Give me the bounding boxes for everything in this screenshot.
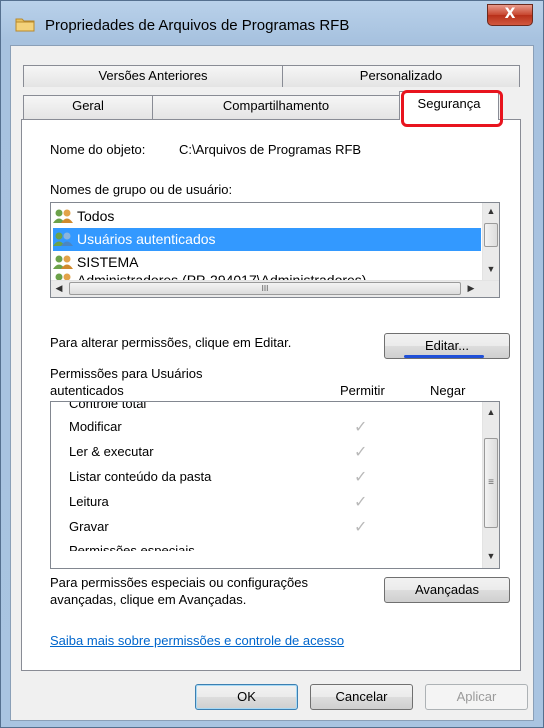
tab-personalizado[interactable]: Personalizado bbox=[282, 65, 520, 87]
groups-horizontal-scrollbar[interactable]: ◀ III ▶ bbox=[51, 280, 499, 297]
permission-row: Ler & executar bbox=[69, 444, 154, 459]
permissions-listbox[interactable]: Controle total Modificar ✓ Ler & executa… bbox=[50, 401, 500, 569]
permissions-for-label: Permissões para Usuários bbox=[50, 366, 203, 381]
groups-vertical-scrollbar[interactable]: ▲ ▼ bbox=[482, 203, 499, 280]
list-item[interactable]: Todos bbox=[53, 205, 481, 228]
allow-check-icon: ✓ bbox=[354, 469, 368, 486]
permission-row: Permissões especiais bbox=[69, 543, 195, 551]
permissions-vertical-scrollbar[interactable]: ▲ ≡ ▼ bbox=[482, 402, 499, 568]
tab-geral[interactable]: Geral bbox=[23, 95, 153, 119]
scroll-up-icon[interactable]: ▲ bbox=[483, 203, 499, 220]
column-deny: Negar bbox=[430, 383, 466, 398]
users-group-icon bbox=[53, 231, 75, 247]
security-tab-panel: Nome do objeto: C:\Arquivos de Programas… bbox=[21, 119, 521, 671]
scroll-down-icon[interactable]: ▼ bbox=[483, 261, 499, 278]
ok-button[interactable]: OK bbox=[195, 684, 298, 710]
annotation-highlight bbox=[401, 90, 503, 127]
allow-check-icon: ✓ bbox=[354, 494, 368, 511]
advanced-button[interactable]: Avançadas bbox=[384, 577, 510, 603]
scroll-thumb[interactable] bbox=[484, 223, 498, 247]
cancel-button[interactable]: Cancelar bbox=[310, 684, 413, 710]
object-name-label: Nome do objeto: bbox=[50, 142, 146, 157]
permission-row: Modificar bbox=[69, 419, 122, 434]
allow-check-icon: ✓ bbox=[354, 419, 368, 436]
advanced-text-line1: Para permissões especiais ou configuraçõ… bbox=[50, 575, 308, 590]
scroll-thumb[interactable]: ≡ bbox=[484, 438, 498, 528]
groups-listbox[interactable]: Todos Usuários autenticados SISTEMA Admi… bbox=[50, 202, 500, 298]
list-item-selected[interactable]: Usuários autenticados bbox=[53, 228, 481, 251]
permission-row: Listar conteúdo da pasta bbox=[69, 469, 212, 484]
list-item[interactable]: SISTEMA bbox=[53, 251, 481, 274]
scroll-right-icon[interactable]: ▶ bbox=[463, 280, 479, 297]
scroll-down-icon[interactable]: ▼ bbox=[483, 548, 499, 565]
allow-check-icon: ✓ bbox=[354, 444, 368, 461]
column-allow: Permitir bbox=[340, 383, 385, 398]
advanced-text-line2: avançadas, clique em Avançadas. bbox=[50, 592, 247, 607]
folder-icon bbox=[15, 18, 35, 32]
annotation-underline bbox=[404, 355, 484, 358]
horizontal-scroll-thumb[interactable]: III bbox=[69, 282, 461, 295]
learn-more-link[interactable]: Saiba mais sobre permissões e controle d… bbox=[50, 633, 344, 648]
object-name-value: C:\Arquivos de Programas RFB bbox=[179, 142, 362, 157]
scroll-up-icon[interactable]: ▲ bbox=[483, 404, 499, 421]
apply-button[interactable]: Aplicar bbox=[425, 684, 528, 710]
window-title: Propriedades de Arquivos de Programas RF… bbox=[45, 17, 350, 34]
change-permissions-text: Para alterar permissões, clique em Edita… bbox=[50, 335, 292, 350]
users-group-icon bbox=[53, 254, 75, 270]
groups-label: Nomes de grupo ou de usuário: bbox=[50, 182, 233, 197]
tab-compartilhamento[interactable]: Compartilhamento bbox=[152, 95, 400, 119]
permission-row: Leitura bbox=[69, 494, 109, 509]
close-button[interactable]: X bbox=[487, 4, 533, 26]
scroll-left-icon[interactable]: ◀ bbox=[51, 280, 67, 297]
permission-row: Controle total bbox=[69, 401, 147, 411]
title-bar[interactable]: Propriedades de Arquivos de Programas RF… bbox=[1, 1, 543, 43]
permission-row: Gravar bbox=[69, 519, 109, 534]
users-group-icon bbox=[53, 208, 75, 224]
tab-versoes-anteriores[interactable]: Versões Anteriores bbox=[23, 65, 283, 87]
properties-dialog: Propriedades de Arquivos de Programas RF… bbox=[0, 0, 544, 728]
permissions-for-user: autenticados bbox=[50, 383, 124, 398]
allow-check-icon: ✓ bbox=[354, 519, 368, 536]
